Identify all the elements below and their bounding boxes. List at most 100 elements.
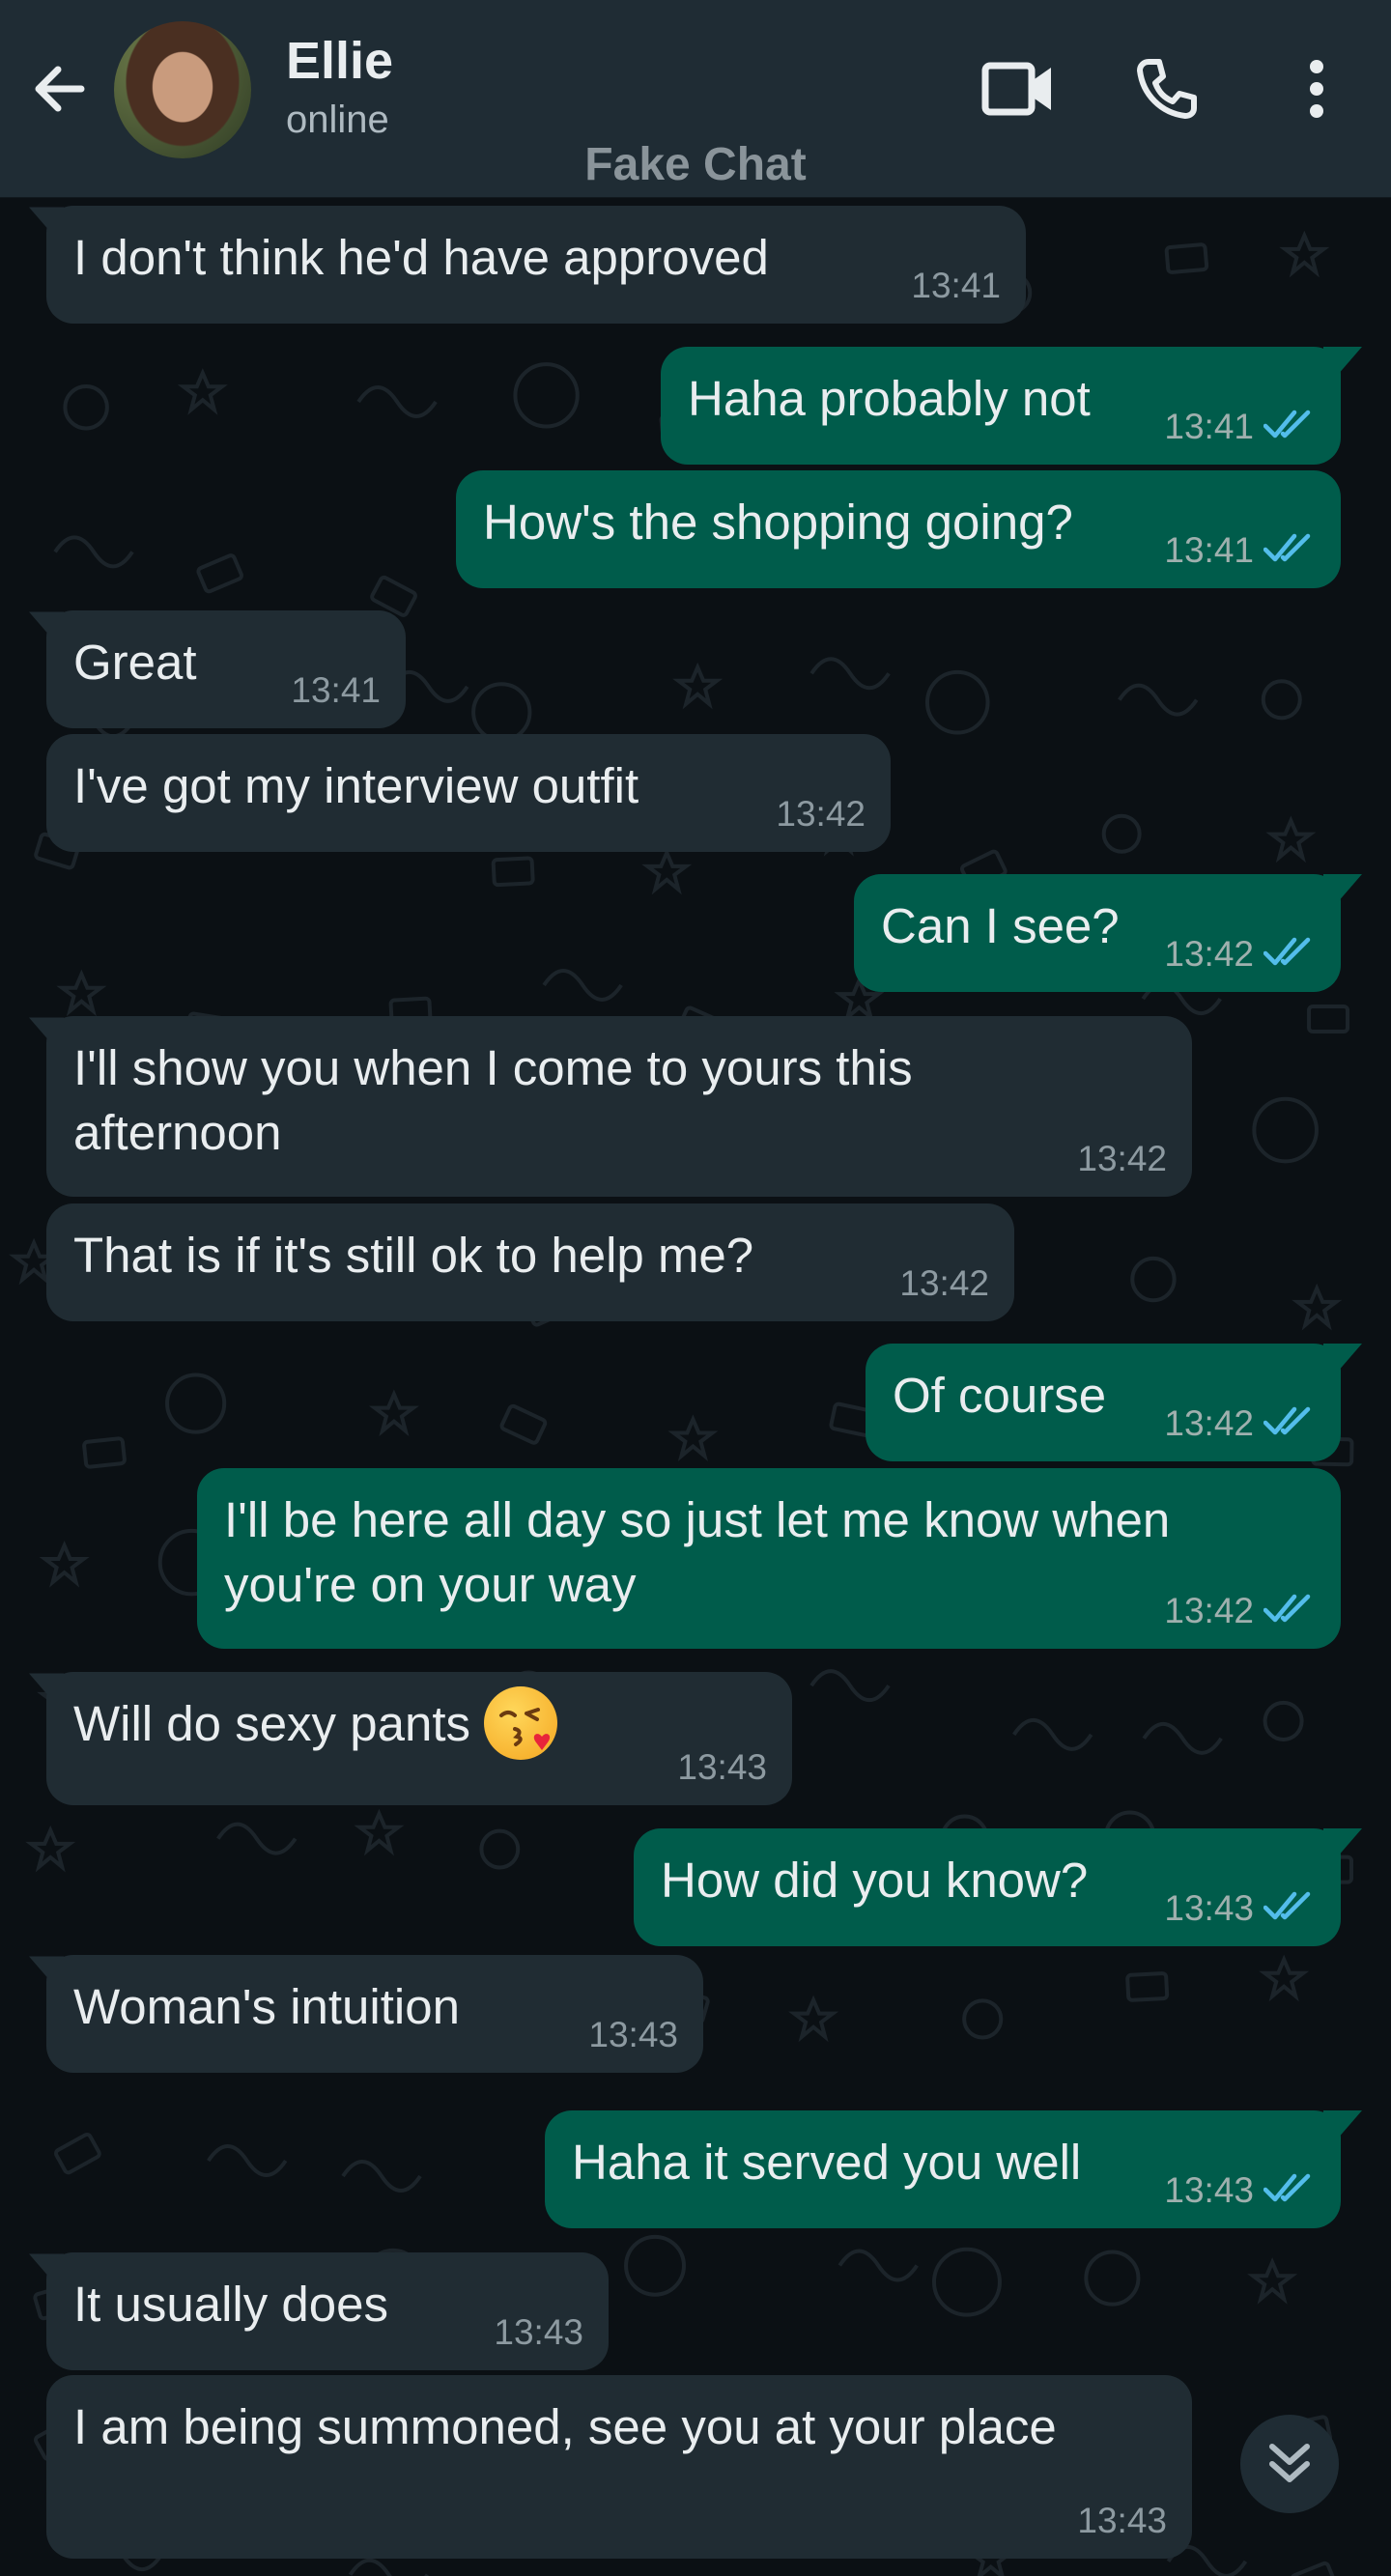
message-list[interactable]: I don't think he'd have approved 13:41 Hah… xyxy=(0,198,1391,2576)
message-meta: 13:42 xyxy=(1164,1403,1316,1444)
wallpaper-doodle xyxy=(207,2144,288,2178)
wallpaper-doodle xyxy=(341,2159,422,2193)
incoming-message[interactable]: I don't think he'd have approved 13:41 xyxy=(29,206,1026,324)
bubble-tail xyxy=(1323,347,1362,376)
message-text: I'll be here all day so just let me know… xyxy=(224,1492,1171,1612)
message-time: 13:41 xyxy=(911,266,1001,305)
wallpaper-doodle xyxy=(1279,230,1330,278)
wallpaper-doodle xyxy=(196,553,243,594)
wallpaper-doodle xyxy=(667,1414,719,1462)
message-text: I'll show you when I come to yours this … xyxy=(73,1040,913,1160)
bubble-tail xyxy=(29,2253,64,2280)
double-check-icon xyxy=(1263,532,1316,570)
message-text: I am being summoned, see you at your pla… xyxy=(73,2399,1057,2454)
kiss-emoji-icon xyxy=(484,1685,557,1760)
outgoing-message[interactable]: I'll be here all day so just let me know… xyxy=(197,1468,1341,1649)
wallpaper-doodle xyxy=(672,662,724,710)
wallpaper-doodle xyxy=(1259,1954,1310,2002)
message-text: I don't think he'd have approved xyxy=(73,230,769,285)
wallpaper-doodle xyxy=(471,682,532,743)
incoming-message[interactable]: Woman's intuition 13:43 xyxy=(29,1955,703,2073)
wallpaper-doodle xyxy=(1012,1717,1093,1751)
voice-call-button[interactable] xyxy=(1121,46,1213,131)
outgoing-message[interactable]: Can I see? 13:42 xyxy=(854,874,1362,992)
back-button[interactable] xyxy=(21,46,99,131)
message-meta: 13:43 xyxy=(494,2312,583,2353)
message-text: I've got my interview outfit xyxy=(73,758,639,813)
wallpaper-doodle xyxy=(356,385,438,418)
message-meta: 13:42 xyxy=(1164,934,1316,975)
wallpaper-doodle xyxy=(348,2558,430,2576)
message-time: 13:43 xyxy=(677,1747,767,1787)
message-time: 13:43 xyxy=(1164,1888,1254,1928)
outgoing-message[interactable]: Of course 13:42 xyxy=(866,1344,1362,1461)
wallpaper-doodle xyxy=(165,1373,227,1434)
wallpaper-doodle xyxy=(1130,1256,1177,1303)
double-chevron-down-icon xyxy=(1269,2444,1310,2482)
bubble-tail xyxy=(29,611,64,638)
wallpaper-doodle xyxy=(1292,1283,1343,1331)
incoming-message[interactable]: Great 13:41 xyxy=(29,610,406,728)
incoming-message[interactable]: It usually does 13:43 xyxy=(29,2252,609,2370)
double-check-icon xyxy=(1263,1890,1316,1928)
outgoing-message[interactable]: Haha it served you well 13:43 xyxy=(545,2110,1362,2228)
wallpaper-doodle xyxy=(513,362,580,429)
message-time: 13:43 xyxy=(1077,2501,1167,2540)
more-vertical-icon xyxy=(1310,60,1323,118)
incoming-message[interactable]: I am being summoned, see you at your pla… xyxy=(46,2375,1192,2559)
more-options-button[interactable] xyxy=(1281,46,1352,131)
message-meta: 13:41 xyxy=(1164,407,1316,447)
outgoing-message[interactable]: How did you know? 13:43 xyxy=(634,1828,1362,1946)
message-meta: 13:43 xyxy=(677,1747,767,1788)
wallpaper-doodle xyxy=(25,1825,76,1873)
message-meta: 13:43 xyxy=(588,2015,678,2055)
scroll-to-bottom-button[interactable] xyxy=(1240,2415,1339,2513)
contact-name[interactable]: Ellie xyxy=(286,31,393,91)
wallpaper-doodle xyxy=(931,2247,1002,2317)
message-text: That is if it's still ok to help me? xyxy=(73,1228,754,1283)
wallpaper-doodle xyxy=(1118,683,1199,717)
wallpaper-doodle xyxy=(641,847,693,895)
bubble-tail xyxy=(1323,874,1362,903)
incoming-message[interactable]: I'll show you when I come to yours this … xyxy=(29,1016,1192,1197)
wallpaper-doodle xyxy=(53,535,134,569)
wallpaper-doodle xyxy=(809,657,891,691)
incoming-message[interactable]: Will do sexy pants 13:43 xyxy=(29,1672,792,1805)
wallpaper-doodle xyxy=(39,1540,90,1588)
message-text: Woman's intuition xyxy=(73,1979,460,2034)
incoming-message[interactable]: I've got my interview outfit 13:42 xyxy=(46,734,891,852)
outgoing-message[interactable]: Haha probably not 13:41 xyxy=(661,347,1362,465)
message-time: 13:41 xyxy=(1164,530,1254,570)
message-time: 13:42 xyxy=(776,794,866,834)
video-call-button[interactable] xyxy=(972,46,1065,131)
message-meta: 13:42 xyxy=(776,794,866,835)
bubble-tail xyxy=(29,1017,64,1044)
wallpaper-doodle xyxy=(1252,1096,1319,1164)
wallpaper-doodle xyxy=(1142,1721,1223,1755)
wallpaper-doodle xyxy=(837,2249,919,2282)
message-meta: 13:43 xyxy=(1164,1888,1316,1929)
message-text: Will do sexy pants xyxy=(73,1685,765,1760)
wallpaper-doodle xyxy=(499,1403,548,1445)
outgoing-message[interactable]: How's the shopping going? 13:41 xyxy=(456,470,1341,588)
wallpaper-doodle xyxy=(924,669,990,735)
arrow-left-icon xyxy=(35,66,85,112)
wallpaper-doodle xyxy=(368,1389,419,1437)
wallpaper-doodle xyxy=(177,368,228,415)
message-time: 13:42 xyxy=(1164,1403,1254,1443)
message-time: 13:42 xyxy=(899,1263,989,1303)
wallpaper-doodle xyxy=(1261,679,1302,721)
double-check-icon xyxy=(1263,1593,1316,1630)
message-time: 13:41 xyxy=(1164,407,1254,446)
wallpaper-doodle xyxy=(1265,815,1317,863)
wallpaper-doodle xyxy=(63,384,109,431)
incoming-message[interactable]: That is if it's still ok to help me? 13:4… xyxy=(46,1203,1014,1321)
message-time: 13:43 xyxy=(1164,2170,1254,2210)
message-meta: 13:42 xyxy=(1077,1139,1167,1179)
double-check-icon xyxy=(1263,409,1316,446)
wallpaper-doodle xyxy=(788,1995,839,2043)
message-time: 13:42 xyxy=(1077,1139,1167,1178)
contact-status: online xyxy=(286,99,389,141)
message-meta: 13:42 xyxy=(899,1263,989,1304)
video-camera-icon xyxy=(981,62,1051,116)
